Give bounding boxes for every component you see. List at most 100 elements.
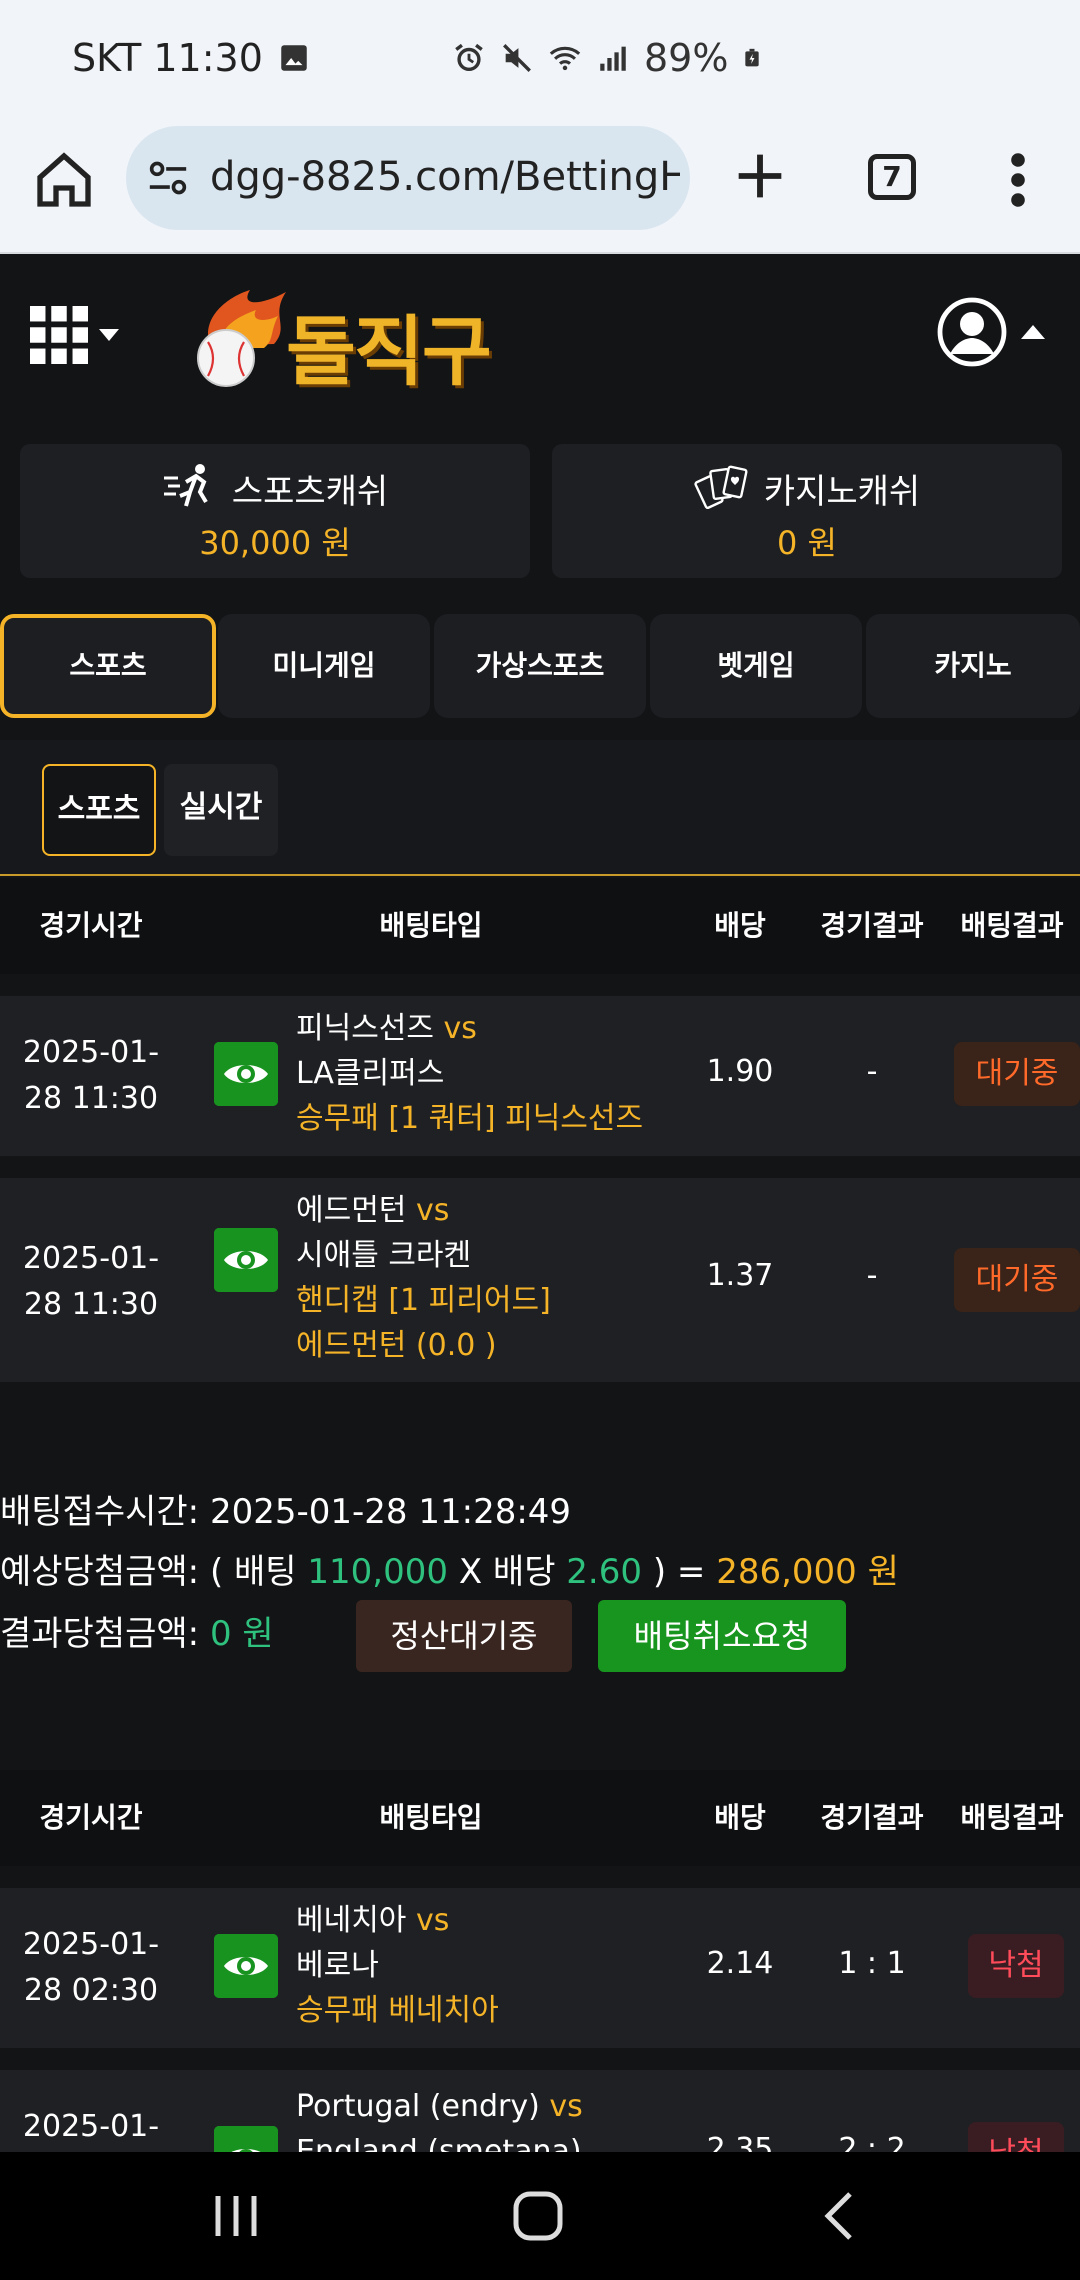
status-bar: SKT 11:30 89% xyxy=(0,0,1080,124)
match-date: 2025-01- xyxy=(22,1927,160,1962)
eye-icon[interactable] xyxy=(214,1228,278,1292)
home-team: Portugal (endry) xyxy=(296,2089,540,2124)
match-time: 2025-01- xyxy=(0,2104,182,2150)
eye-icon[interactable] xyxy=(214,2126,278,2152)
bet-type-detail: 에드먼턴 (0.0 ) xyxy=(296,1328,497,1363)
table-row: 2025-01- Portugal (endry) vs England (sm… xyxy=(0,2070,1080,2152)
away-team: 시애틀 크라켄 xyxy=(296,1238,472,1273)
home-nav-icon[interactable] xyxy=(508,2188,568,2244)
caret-down-icon[interactable] xyxy=(98,328,120,342)
match-result: 2 : 2 xyxy=(838,2132,906,2152)
status-badge: 낙첨 xyxy=(968,2122,1064,2152)
match-teams: Portugal (endry) vs England (smetana) xyxy=(296,2084,583,2152)
result-label: 결과당첨금액: xyxy=(0,1614,200,1654)
bet-amount: 110,000 xyxy=(307,1552,448,1592)
casino-cash-box[interactable]: 카지노캐쉬 0 원 xyxy=(552,444,1062,578)
status-right: 89% xyxy=(452,36,762,80)
odds-value: 2.14 xyxy=(706,1946,774,1981)
url-bar[interactable]: dgg-8825.com/BettingHistory xyxy=(126,126,690,230)
sports-cash-label: 스포츠캐쉬 xyxy=(231,471,389,512)
th-time: 경기시간 xyxy=(39,909,143,942)
bet-type: 승무패 [1 쿼터] 피닉스선즈 xyxy=(296,1101,644,1136)
table-row: 2025-01- 28 11:30 에드먼턴 vs 시애틀 크라켄 핸디캡 [1… xyxy=(0,1178,1080,1382)
settle-pending-button[interactable]: 정산대기중 xyxy=(356,1600,572,1672)
casino-cash-title: 카지노캐쉬 xyxy=(552,462,1062,514)
user-avatar-icon[interactable] xyxy=(936,296,1008,368)
received-time-line: 배팅접수시간: 2025-01-28 11:28:49 xyxy=(0,1484,571,1533)
result-amount: 0 원 xyxy=(209,1614,274,1654)
result-win-line: 결과당첨금액: 0 원 xyxy=(0,1606,274,1655)
eye-icon[interactable] xyxy=(214,1934,278,1998)
sports-cash-box[interactable]: 스포츠캐쉬 30,000 원 xyxy=(20,444,530,578)
expected-win-line: 예상당첨금액: ( 배팅 110,000 X 배당 2.60 ) = 286,0… xyxy=(0,1544,899,1593)
wifi-icon xyxy=(549,46,581,71)
match-result: - xyxy=(866,1258,878,1293)
url-text[interactable]: dgg-8825.com/BettingHistory xyxy=(210,154,680,204)
site-logo[interactable]: 돌직구 xyxy=(190,282,530,396)
site-settings-icon[interactable] xyxy=(146,158,190,198)
logo-text: 돌직구 xyxy=(286,307,492,396)
home-team: 에드먼턴 xyxy=(296,1193,407,1228)
table-row: 2025-01- 28 11:30 피닉스선즈 vs LA클리퍼스 승무패 [1… xyxy=(0,996,1080,1156)
match-date: 2025-01- xyxy=(22,2109,160,2144)
playing-cards-icon xyxy=(694,465,748,510)
status-badge: 낙첨 xyxy=(968,1934,1064,1998)
tab-virtual-sports[interactable]: 가상스포츠 xyxy=(434,614,646,718)
match-teams: 피닉스선즈 vs LA클리퍼스 승무패 [1 쿼터] 피닉스선즈 xyxy=(296,1006,643,1141)
caret-up-icon[interactable] xyxy=(1020,324,1046,340)
battery-icon xyxy=(745,48,760,67)
casino-cash-value: 0 원 xyxy=(777,524,837,562)
recent-apps-icon[interactable] xyxy=(206,2188,266,2244)
expected-win: 286,000 원 xyxy=(716,1552,899,1592)
carrier-time: SKT 11:30 xyxy=(72,36,263,80)
new-tab-icon[interactable] xyxy=(728,144,792,208)
subtab-live[interactable]: 실시간 xyxy=(164,764,278,856)
away-team: England (smetana) xyxy=(296,2134,582,2152)
browser-toolbar: dgg-8825.com/BettingHistory 7 xyxy=(0,124,1080,254)
vs-label: vs xyxy=(549,2089,583,2124)
received-time: 2025-01-28 11:28:49 xyxy=(209,1492,572,1532)
tab-minigame[interactable]: 미니게임 xyxy=(218,614,430,718)
casino-cash-label: 카지노캐쉬 xyxy=(763,471,921,512)
table-header: 경기시간 배팅타입 배당 경기결과 배팅결과 xyxy=(0,878,1080,974)
vs-label: vs xyxy=(443,1011,477,1046)
mute-icon xyxy=(503,44,531,72)
th-bet-result: 배팅결과 xyxy=(960,1801,1064,1834)
match-time: 2025-01- 28 11:30 xyxy=(0,1030,182,1122)
bet-type: 승무패 베네치아 xyxy=(296,1993,499,2028)
th-result: 경기결과 xyxy=(820,909,924,942)
odds-value: 2.35 xyxy=(706,2132,774,2152)
grid-menu-icon[interactable] xyxy=(30,306,88,364)
match-result: - xyxy=(866,1054,878,1089)
tab-switcher-button[interactable]: 7 xyxy=(868,154,916,200)
subtab-sports[interactable]: 스포츠 xyxy=(42,764,156,856)
x-odds-label: X 배당 xyxy=(458,1552,556,1592)
home-team: 피닉스선즈 xyxy=(296,1011,434,1046)
battery-level: 89% xyxy=(644,36,729,80)
site-header: 돌직구 xyxy=(0,256,1080,416)
equals-label: ) = xyxy=(652,1552,706,1592)
home-icon[interactable] xyxy=(32,148,96,212)
expected-label: 예상당첨금액: ( 배팅 xyxy=(0,1552,297,1592)
baseball-logo-icon xyxy=(197,290,286,387)
th-odds: 배당 xyxy=(714,1801,766,1834)
status-badge: 대기중 xyxy=(954,1042,1080,1106)
total-odds: 2.60 xyxy=(566,1552,642,1592)
th-type: 배팅타입 xyxy=(379,909,483,942)
tab-casino[interactable]: 카지노 xyxy=(866,614,1080,718)
bet-type: 핸디캡 [1 피리어드] xyxy=(296,1283,551,1318)
signal-icon xyxy=(600,46,626,71)
cancel-bet-button[interactable]: 배팅취소요청 xyxy=(598,1600,846,1672)
tab-sports[interactable]: 스포츠 xyxy=(0,614,216,718)
back-icon[interactable] xyxy=(810,2188,870,2244)
eye-icon[interactable] xyxy=(214,1042,278,1106)
more-menu-icon[interactable] xyxy=(1010,152,1026,208)
table-header: 경기시간 배팅타입 배당 경기결과 배팅결과 xyxy=(0,1770,1080,1866)
away-team: LA클리퍼스 xyxy=(296,1056,445,1091)
vs-label: vs xyxy=(415,1193,450,1228)
status-left: SKT 11:30 xyxy=(72,36,311,80)
tab-betgame[interactable]: 벳게임 xyxy=(650,614,862,718)
match-date: 2025-01- xyxy=(22,1035,160,1070)
match-time: 2025-01- 28 11:30 xyxy=(0,1236,182,1328)
match-time: 2025-01- 28 02:30 xyxy=(0,1922,182,2014)
